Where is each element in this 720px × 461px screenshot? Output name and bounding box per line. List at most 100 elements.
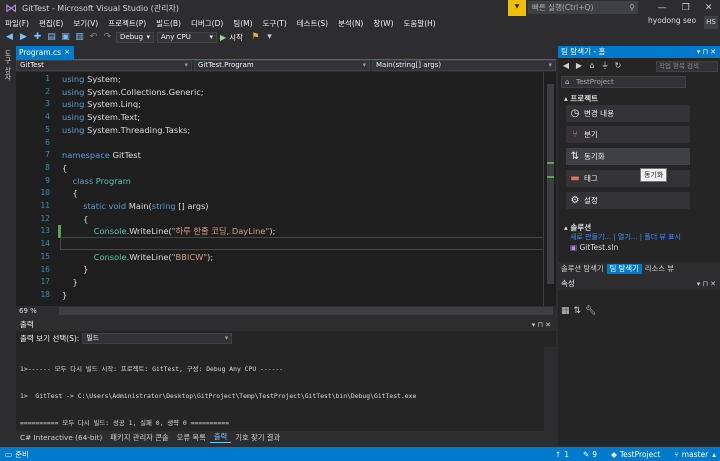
undo-icon[interactable]: ↶ xyxy=(88,32,99,43)
nav-branches[interactable]: ⑂ 분기 xyxy=(566,126,690,143)
toolbox-tab[interactable]: 도구 상자 xyxy=(3,50,13,80)
solution-config-select[interactable]: Debug ▾ xyxy=(116,32,154,43)
menu-tools[interactable]: 도구(T) xyxy=(258,18,292,29)
menu-debug[interactable]: 디버그(D) xyxy=(186,18,228,29)
code-line[interactable]: Console.WriteLine("BBICW"); xyxy=(62,251,275,264)
menu-team[interactable]: 팀(M) xyxy=(228,18,257,29)
status-unpushed[interactable]: 1 xyxy=(564,450,583,459)
code-line[interactable]: { xyxy=(62,162,275,175)
minimize-button[interactable]: — xyxy=(658,0,667,16)
code-editor[interactable]: 1 2 3 4 5 6 7 8 9 10 11 12 13 14 15 16 1… xyxy=(16,72,556,306)
output-scrollbar[interactable] xyxy=(544,347,556,431)
code-line[interactable]: { xyxy=(62,213,275,226)
tab-right-2[interactable]: 리소스 뷰 xyxy=(642,264,677,274)
code-line[interactable]: using System.Linq; xyxy=(62,98,275,111)
start-button[interactable]: 시작 xyxy=(229,32,247,43)
panel-controls[interactable]: ▾ ⊓ ✕ xyxy=(697,278,716,290)
toolbar: ◀ ▶ ✚ ▤ ▣ ▥ ↶ ↷ Debug ▾ Any CPU ▾ ▶ 시작 ⚑ ▾ xyxy=(0,30,720,45)
code-text[interactable]: using System; using System.Collections.Ge… xyxy=(62,73,275,301)
filter-icon[interactable]: ⯆ xyxy=(508,0,526,16)
menu-test[interactable]: 테스트(S) xyxy=(292,18,333,29)
code-line[interactable]: using System.Collections.Generic; xyxy=(62,86,275,99)
toolbar-overflow-icon[interactable]: ▾ xyxy=(264,32,275,43)
nav-settings[interactable]: ⚙ 설정 xyxy=(566,192,690,209)
code-line[interactable]: namespace GitTest xyxy=(62,149,275,162)
tab-right-0[interactable]: 솔루션 탐색기 xyxy=(558,264,607,274)
code-line[interactable]: static void Main(string [] args) xyxy=(62,200,275,213)
menu-help[interactable]: 도움말(H) xyxy=(399,18,441,29)
redo-icon[interactable]: ↷ xyxy=(102,32,113,43)
solution-links[interactable]: 새로 만들기... | 열기... | 폴더 뷰 표시 xyxy=(570,232,681,242)
menu-project[interactable]: 프로젝트(P) xyxy=(103,18,151,29)
categorized-icon[interactable]: ▦ xyxy=(561,306,570,316)
panel-controls[interactable]: ▾ ⊓ ✕ xyxy=(532,319,551,331)
menu-analyze[interactable]: 분석(N) xyxy=(333,18,368,29)
code-line[interactable]: using System.Text; xyxy=(62,111,275,124)
code-line[interactable] xyxy=(62,136,275,149)
horizontal-scrollbar[interactable] xyxy=(59,307,553,315)
code-line[interactable]: Console.WriteLine("하루 한줄 코딩, DayLine"); xyxy=(62,225,276,238)
back-icon[interactable]: ◀ xyxy=(4,32,15,43)
attach-icon[interactable]: ⚑ xyxy=(250,32,261,43)
scrollbar-thumb[interactable] xyxy=(547,84,554,284)
start-icon[interactable]: ▶ xyxy=(220,33,226,42)
quick-launch-input[interactable]: 빠른 실행(Ctrl+Q) ⚲ xyxy=(528,1,638,14)
menu-window[interactable]: 창(W) xyxy=(368,18,398,29)
tab-bottom-4[interactable]: 기호 찾기 결과 xyxy=(231,433,284,443)
code-line[interactable]: { xyxy=(62,187,275,200)
solution-file-item[interactable]: ▣ GitTest.sln xyxy=(570,243,618,252)
alphabetical-icon[interactable]: ⇅ xyxy=(574,306,582,316)
maximize-button[interactable]: ❐ xyxy=(682,0,690,16)
wrench-icon[interactable]: 🔧︎ xyxy=(585,306,596,316)
open-icon[interactable]: ▤ xyxy=(46,32,57,43)
panel-controls[interactable]: ▾ ⊓ ✕ xyxy=(697,46,716,58)
close-tab-icon[interactable]: × xyxy=(64,46,70,59)
code-line[interactable]: using System.Threading.Tasks; xyxy=(62,124,275,137)
output-source-select[interactable]: 빌드 ▾ xyxy=(82,333,233,344)
close-button[interactable]: ✕ xyxy=(705,0,713,16)
team-project-select[interactable]: ⌂ TestProject xyxy=(561,76,686,88)
refresh-icon[interactable]: ↻ xyxy=(613,61,623,71)
nav-tags[interactable]: ▬ 태그 xyxy=(566,170,690,187)
code-line[interactable]: using System; xyxy=(62,73,275,86)
code-line[interactable]: class Program xyxy=(62,175,275,188)
forward-icon[interactable]: ▶ xyxy=(18,32,29,43)
user-name[interactable]: hyodong seo xyxy=(648,16,696,25)
status-changes[interactable]: 9 xyxy=(592,450,611,459)
status-repo[interactable]: TestProject xyxy=(620,450,674,459)
projects-section-header[interactable]: ▴ 프로젝트 xyxy=(564,93,598,104)
connect-icon[interactable]: ⏚ xyxy=(600,61,610,71)
code-line[interactable]: } xyxy=(62,289,275,302)
tab-bottom-2[interactable]: 오류 목록 xyxy=(173,433,210,443)
menu-edit[interactable]: 편집(E) xyxy=(34,18,68,29)
nav-changes[interactable]: ◷ 변경 내용 xyxy=(566,105,690,122)
tab-bottom-0[interactable]: C# Interactive (64-bit) xyxy=(16,433,106,442)
menu-view[interactable]: 보기(V) xyxy=(68,18,103,29)
code-line[interactable]: } xyxy=(62,263,275,276)
tab-right-1[interactable]: 팀 탐색기 xyxy=(606,264,642,274)
nav-sync[interactable]: ⇅ 동기화 xyxy=(566,148,690,165)
chevron-up-icon[interactable]: ▴ xyxy=(712,450,720,459)
zoom-level[interactable]: 69 % xyxy=(16,307,56,315)
menu-file[interactable]: 파일(F) xyxy=(0,18,34,29)
avatar[interactable]: HS xyxy=(704,16,718,29)
back-icon[interactable]: ◀ xyxy=(561,61,571,71)
code-line[interactable]: } xyxy=(62,276,275,289)
menu-build[interactable]: 빌드(B) xyxy=(151,18,186,29)
member-nav-select[interactable]: Main(string[] args) ▾ xyxy=(372,60,556,71)
new-project-icon[interactable]: ✚ xyxy=(32,32,43,43)
forward-icon[interactable]: ▶ xyxy=(574,61,584,71)
project-nav-select[interactable]: GitTest ▾ xyxy=(16,60,192,71)
home-icon[interactable]: ⌂ xyxy=(587,61,597,71)
tab-program-cs[interactable]: Program.cs × xyxy=(16,46,74,59)
editor-vertical-scrollbar[interactable] xyxy=(543,72,556,306)
class-nav-select[interactable]: GitTest.Program ▾ xyxy=(194,60,370,71)
team-explorer-search-input[interactable]: 작업 항목 검색 xyxy=(656,60,718,72)
solution-platform-select[interactable]: Any CPU ▾ xyxy=(157,32,217,43)
tab-bottom-3[interactable]: 출력 xyxy=(209,432,232,443)
code-line[interactable] xyxy=(62,238,275,251)
tab-bottom-1[interactable]: 패키지 관리자 콘솔 xyxy=(106,433,172,443)
save-all-icon[interactable]: ▥ xyxy=(74,32,85,43)
save-icon[interactable]: ▣ xyxy=(60,32,71,43)
status-branch[interactable]: master xyxy=(682,450,712,459)
